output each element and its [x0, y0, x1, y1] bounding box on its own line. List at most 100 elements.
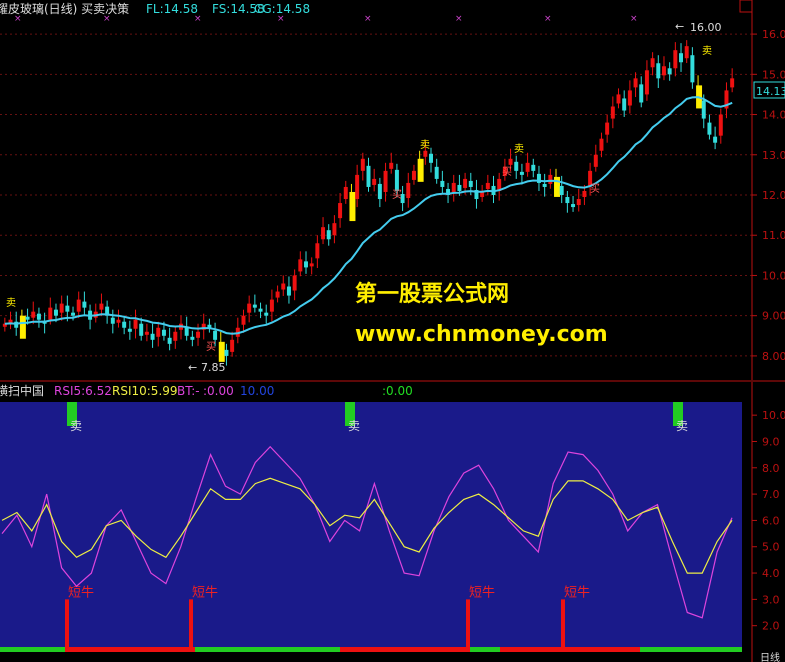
candle-body [406, 182, 411, 199]
candle-body [616, 94, 621, 104]
candle-body [59, 303, 64, 313]
buy-label: 短牛 [469, 586, 495, 601]
x-marker: × [277, 14, 285, 24]
high-marker-value: 16.00 [690, 21, 722, 34]
bottom-tick-label: 4.0 [762, 567, 780, 580]
sell-signal-mark: 卖 [6, 297, 16, 309]
candle-body [252, 304, 257, 308]
bottom-tick-label: 8.0 [762, 462, 780, 475]
candle-body [298, 259, 303, 272]
candle-body [434, 166, 439, 179]
candle-body [519, 171, 524, 175]
candle-body [122, 321, 127, 328]
bottom-tick-label: 9.0 [762, 435, 780, 448]
price-tick-label: 12.00 [762, 189, 785, 202]
candle-body [150, 333, 155, 340]
candle-body [173, 331, 178, 341]
candle-body [673, 50, 678, 69]
candle-body [110, 317, 115, 324]
corner-label: 日线 [760, 651, 780, 662]
candle-body [264, 312, 269, 316]
candle-body [394, 169, 399, 191]
buy-label: 短牛 [68, 586, 94, 601]
candle-body [139, 323, 144, 336]
buy-signal-mark-4: 买 [590, 183, 600, 195]
candle-body [360, 158, 365, 171]
status-segment [65, 647, 195, 652]
rsi10-label: RSI10:5.99 [112, 384, 178, 398]
candle-body [440, 180, 445, 187]
candle-body [701, 100, 706, 119]
candle-body [8, 319, 13, 323]
price-tick-label: 14.00 [762, 109, 785, 122]
candle-body [156, 327, 161, 337]
candle-body [377, 183, 382, 200]
candle-body [99, 303, 104, 310]
status-segment [640, 647, 742, 652]
candle-body [639, 84, 644, 103]
candle-body [343, 186, 348, 200]
candle-body [366, 165, 371, 187]
sell-signal-mark-2: 卖 [420, 139, 430, 151]
candle-body [684, 46, 689, 59]
price-tick-label: 13.00 [762, 149, 785, 162]
candle-body [383, 170, 388, 192]
status-segment [0, 647, 65, 652]
low-marker: ← [188, 361, 197, 374]
candle-body [304, 261, 308, 268]
candle-body [610, 106, 615, 119]
bottom-tick-label: 2.0 [762, 620, 780, 633]
candle-body [576, 199, 581, 206]
candle-body [53, 309, 58, 316]
candle-body [36, 313, 41, 320]
buy-signal-mark: 买 [206, 341, 216, 353]
x-marker: × [103, 14, 111, 24]
candle-body [661, 66, 666, 76]
candle-body [593, 154, 598, 167]
candle-body [423, 150, 428, 157]
candle-body [372, 178, 377, 185]
candle-body [144, 331, 149, 335]
buy-signal-mark-3: 买 [502, 166, 512, 178]
price-tick-label: 10.00 [762, 269, 785, 282]
x-marker: × [630, 14, 638, 24]
candle-body [542, 183, 547, 187]
buy-bar [561, 599, 565, 652]
x-marker: × [364, 14, 372, 24]
candle-body [605, 122, 610, 135]
rsi5-label: RSI5:6.52 [54, 384, 112, 398]
stock-chart: 耀皮玻璃(日线) 买卖决策 FL:14.58 FS:14.58 CG:14.58… [0, 0, 785, 662]
sell-label: 卖 [348, 419, 360, 433]
sell-label: 卖 [676, 419, 688, 433]
candle-body [559, 185, 564, 195]
candle-body [713, 136, 718, 143]
candle-body [650, 58, 655, 68]
candle-body [508, 158, 513, 165]
bottom-tick-label: 5.0 [762, 541, 780, 554]
bottom-panel-title: 横扫中国 [0, 383, 44, 398]
candle-body [269, 299, 274, 312]
candle-body [127, 328, 132, 332]
candle-body [247, 303, 252, 313]
candle-body [548, 174, 553, 184]
candle-body [656, 63, 661, 79]
watermark-url: www.chnmoney.com [355, 322, 608, 347]
bottom-tick-label: 6.0 [762, 514, 780, 527]
buy-label: 短牛 [564, 586, 590, 601]
sell-signal-mark-4: 卖 [702, 45, 712, 57]
bottom-tick-label: 3.0 [762, 593, 780, 606]
candle-body [241, 315, 246, 325]
candle-body [25, 316, 30, 320]
candle-body [76, 299, 81, 312]
x-marker: × [14, 14, 22, 24]
candle-body [468, 180, 473, 187]
bottom-tick-label: 7.0 [762, 488, 780, 501]
status-segment [340, 647, 470, 652]
candle-body [48, 307, 53, 320]
low-marker-value: 7.85 [201, 361, 226, 374]
candle-body [514, 161, 519, 171]
indicator-fl: FL:14.58 [146, 2, 198, 16]
candle-body [690, 55, 695, 83]
candle-body [326, 230, 331, 240]
watermark-title: 第一股票公式网 [355, 281, 509, 307]
